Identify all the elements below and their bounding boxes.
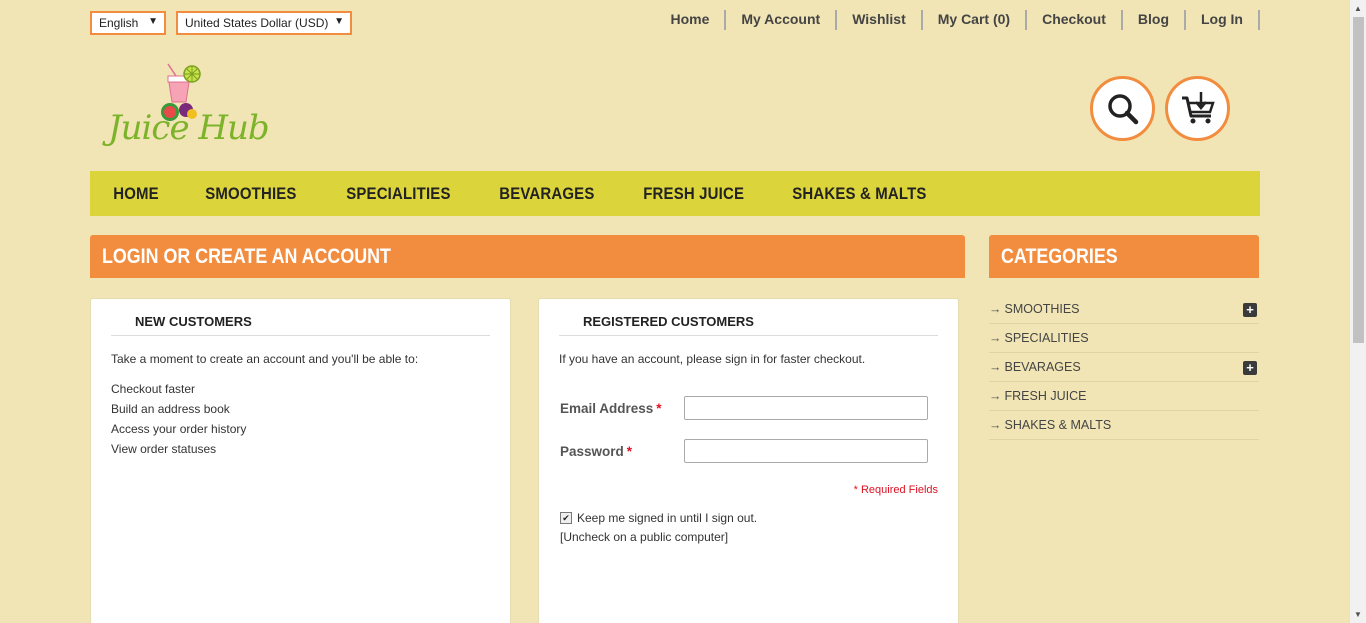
top-link-checkout[interactable]: Checkout (1027, 10, 1123, 30)
nav-shakes-malts[interactable]: SHAKES & MALTS (772, 184, 947, 204)
required-marker: * (656, 400, 662, 416)
nav-home[interactable]: HOME (93, 184, 179, 204)
category-item-shakes-malts[interactable]: → SHAKES & MALTS (989, 411, 1259, 440)
email-label-text: Email Address (560, 400, 654, 416)
category-item-fresh-juice[interactable]: → FRESH JUICE (989, 382, 1259, 411)
keep-signed-in-row: ✔ Keep me signed in until I sign out. (560, 511, 757, 525)
page-scrollbar[interactable]: ▲ ▼ (1349, 0, 1366, 623)
new-customers-panel: NEW CUSTOMERS Take a moment to create an… (90, 298, 511, 623)
list-item: View order statuses (111, 442, 217, 456)
top-link-my-cart[interactable]: My Cart (0) (923, 10, 1028, 30)
keep-signed-in-label: Keep me signed in until I sign out. (577, 511, 758, 525)
top-link-my-account[interactable]: My Account (726, 10, 838, 30)
category-label: FRESH JUICE (1004, 389, 1087, 403)
list-item: Access your order history (111, 422, 247, 436)
email-row: Email Address * (560, 396, 928, 420)
password-label: Password * (560, 444, 684, 459)
scroll-down-arrow-icon[interactable]: ▼ (1350, 606, 1366, 623)
top-link-wishlist[interactable]: Wishlist (837, 10, 923, 30)
top-link-log-in[interactable]: Log In (1186, 10, 1260, 30)
arrow-right-icon: → (989, 302, 1002, 316)
login-banner: LOGIN OR CREATE AN ACCOUNT (90, 235, 965, 278)
dropdown-arrow-icon: ▼ (148, 16, 158, 27)
cart-button[interactable] (1165, 76, 1230, 141)
email-label: Email Address * (560, 401, 684, 416)
registered-customers-panel: REGISTERED CUSTOMERS If you have an acco… (538, 298, 959, 623)
language-select[interactable]: English ▼ (90, 11, 166, 35)
scrollbar-thumb[interactable] (1353, 17, 1364, 343)
main-nav: HOME SMOOTHIES SPECIALITIES BEVARAGES FR… (90, 171, 1260, 216)
nav-smoothies[interactable]: SMOOTHIES (185, 184, 317, 204)
search-icon (1107, 93, 1138, 124)
nav-fresh-juice[interactable]: FRESH JUICE (623, 184, 764, 204)
currency-select[interactable]: United States Dollar (USD) ▼ (176, 11, 352, 35)
nav-bevarages[interactable]: BEVARAGES (479, 184, 615, 204)
nav-specialities[interactable]: SPECIALITIES (326, 184, 471, 204)
required-fields-note: * Required Fields (853, 484, 938, 496)
expand-plus-icon[interactable]: + (1243, 303, 1257, 317)
password-field[interactable] (684, 439, 928, 463)
juice-hub-logo[interactable]: Juice Hub (106, 62, 272, 160)
logo-text: Juice Hub (108, 108, 270, 148)
search-button[interactable] (1090, 76, 1155, 141)
categories-banner: CATEGORIES (989, 235, 1259, 278)
category-item-smoothies[interactable]: → SMOOTHIES + (989, 295, 1259, 324)
top-link-home[interactable]: Home (655, 10, 727, 30)
top-links: Home My Account Wishlist My Cart (0) Che… (655, 10, 1260, 30)
list-item: Build an address book (111, 402, 230, 416)
registered-customers-title: REGISTERED CUSTOMERS (559, 299, 938, 336)
scroll-up-arrow-icon[interactable]: ▲ (1350, 0, 1366, 17)
cart-download-icon (1181, 91, 1215, 123)
dropdown-arrow-icon: ▼ (334, 16, 344, 27)
category-label: SPECIALITIES (1004, 331, 1089, 345)
new-customers-intro: Take a moment to create an account and y… (111, 352, 419, 366)
password-label-text: Password (560, 443, 624, 459)
list-item: Checkout faster (111, 382, 196, 396)
top-link-blog[interactable]: Blog (1123, 10, 1186, 30)
currency-value: United States Dollar (USD) (185, 16, 329, 30)
language-value: English (99, 16, 139, 30)
category-label: SHAKES & MALTS (1004, 418, 1112, 432)
categories-title: CATEGORIES (1001, 245, 1118, 268)
arrow-right-icon: → (989, 418, 1002, 432)
keep-signed-in-checkbox[interactable]: ✔ (560, 512, 572, 524)
arrow-right-icon: → (989, 360, 1002, 374)
benefits-list: Checkout faster Build an address book Ac… (111, 380, 490, 460)
arrow-right-icon: → (989, 389, 1002, 403)
category-item-bevarages[interactable]: → BEVARAGES + (989, 353, 1259, 382)
category-label: BEVARAGES (1004, 360, 1081, 374)
arrow-right-icon: → (989, 331, 1002, 345)
categories-list: → SMOOTHIES + → SPECIALITIES → BEVARAGES + … (989, 295, 1259, 440)
email-field[interactable] (684, 396, 928, 420)
category-label: SMOOTHIES (1004, 302, 1080, 316)
expand-plus-icon[interactable]: + (1243, 361, 1257, 375)
registered-intro: If you have an account, please sign in f… (559, 352, 866, 366)
uncheck-note: [Uncheck on a public computer] (560, 530, 729, 544)
password-row: Password * (560, 439, 928, 463)
category-item-specialities[interactable]: → SPECIALITIES (989, 324, 1259, 353)
login-banner-title: LOGIN OR CREATE AN ACCOUNT (102, 245, 391, 268)
new-customers-title: NEW CUSTOMERS (111, 299, 490, 336)
required-marker: * (626, 443, 633, 459)
